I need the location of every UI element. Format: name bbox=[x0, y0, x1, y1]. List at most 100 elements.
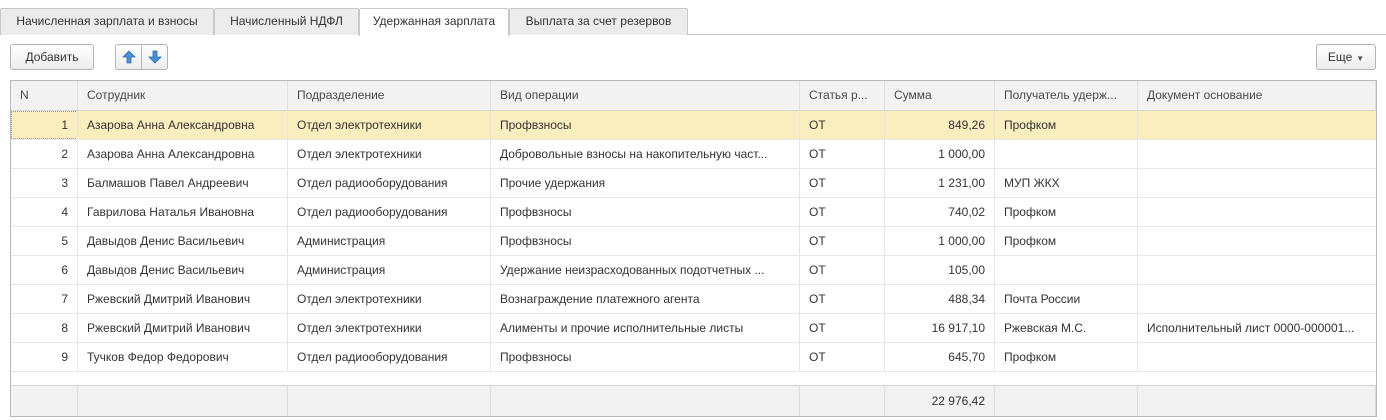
cell-n[interactable]: 7 bbox=[11, 285, 78, 313]
cell-document[interactable] bbox=[1138, 111, 1376, 139]
cell-article[interactable]: ОТ bbox=[800, 285, 885, 313]
column-header-n[interactable]: N bbox=[11, 81, 78, 110]
cell-recipient[interactable]: Почта России bbox=[995, 285, 1138, 313]
table-row[interactable]: 7 Ржевский Дмитрий Иванович Отдел электр… bbox=[11, 285, 1376, 314]
cell-recipient[interactable]: Профком bbox=[995, 198, 1138, 226]
cell-employee[interactable]: Гаврилова Наталья Ивановна bbox=[78, 198, 288, 226]
move-up-button[interactable] bbox=[115, 44, 142, 70]
cell-employee[interactable]: Ржевский Дмитрий Иванович bbox=[78, 285, 288, 313]
cell-document[interactable] bbox=[1138, 227, 1376, 255]
cell-article[interactable]: ОТ bbox=[800, 256, 885, 284]
table-row[interactable]: 8 Ржевский Дмитрий Иванович Отдел электр… bbox=[11, 314, 1376, 343]
column-header-document[interactable]: Документ основание bbox=[1138, 81, 1376, 110]
cell-article[interactable]: ОТ bbox=[800, 314, 885, 342]
cell-employee[interactable]: Азарова Анна Александровна bbox=[78, 111, 288, 139]
cell-document[interactable] bbox=[1138, 198, 1376, 226]
cell-document[interactable] bbox=[1138, 285, 1376, 313]
cell-sum[interactable]: 740,02 bbox=[885, 198, 995, 226]
tab-accrued-salary[interactable]: Начисленная зарплата и взносы bbox=[0, 8, 214, 35]
cell-n[interactable]: 8 bbox=[11, 314, 78, 342]
cell-n[interactable]: 1 bbox=[11, 111, 78, 139]
cell-document[interactable] bbox=[1138, 140, 1376, 168]
column-header-recipient[interactable]: Получатель удерж... bbox=[995, 81, 1138, 110]
column-header-department[interactable]: Подразделение bbox=[288, 81, 491, 110]
cell-operation[interactable]: Удержание неизрасходованных подотчетных … bbox=[491, 256, 800, 284]
cell-employee[interactable]: Азарова Анна Александровна bbox=[78, 140, 288, 168]
cell-article[interactable]: ОТ bbox=[800, 343, 885, 371]
cell-department[interactable]: Отдел радиооборудования bbox=[288, 198, 491, 226]
cell-operation[interactable]: Профвзносы bbox=[491, 111, 800, 139]
cell-department[interactable]: Отдел электротехники bbox=[288, 140, 491, 168]
cell-employee[interactable]: Давыдов Денис Васильевич bbox=[78, 227, 288, 255]
table-row[interactable]: 1 Азарова Анна Александровна Отдел элект… bbox=[11, 111, 1376, 140]
total-sum: 22 976,42 bbox=[885, 386, 995, 416]
cell-sum[interactable]: 1 000,00 bbox=[885, 227, 995, 255]
cell-operation[interactable]: Прочие удержания bbox=[491, 169, 800, 197]
cell-employee[interactable]: Тучков Федор Федорович bbox=[78, 343, 288, 371]
cell-article[interactable]: ОТ bbox=[800, 140, 885, 168]
cell-n[interactable]: 6 bbox=[11, 256, 78, 284]
cell-sum[interactable]: 645,70 bbox=[885, 343, 995, 371]
table-row[interactable]: 6 Давыдов Денис Васильевич Администрация… bbox=[11, 256, 1376, 285]
column-header-employee[interactable]: Сотрудник bbox=[78, 81, 288, 110]
table-row[interactable]: 3 Балмашов Павел Андреевич Отдел радиооб… bbox=[11, 169, 1376, 198]
cell-article[interactable]: ОТ bbox=[800, 227, 885, 255]
cell-operation[interactable]: Вознаграждение платежного агента bbox=[491, 285, 800, 313]
table-row[interactable]: 9 Тучков Федор Федорович Отдел радиообор… bbox=[11, 343, 1376, 372]
arrow-down-icon bbox=[148, 50, 162, 64]
cell-document[interactable] bbox=[1138, 256, 1376, 284]
cell-n[interactable]: 3 bbox=[11, 169, 78, 197]
table-row[interactable]: 2 Азарова Анна Александровна Отдел элект… bbox=[11, 140, 1376, 169]
cell-sum[interactable]: 16 917,10 bbox=[885, 314, 995, 342]
more-button[interactable]: Еще ▼ bbox=[1316, 44, 1376, 70]
cell-sum[interactable]: 105,00 bbox=[885, 256, 995, 284]
column-header-sum[interactable]: Сумма bbox=[885, 81, 995, 110]
table-row[interactable]: 5 Давыдов Денис Васильевич Администрация… bbox=[11, 227, 1376, 256]
cell-employee[interactable]: Давыдов Денис Васильевич bbox=[78, 256, 288, 284]
cell-operation[interactable]: Профвзносы bbox=[491, 343, 800, 371]
cell-recipient[interactable] bbox=[995, 256, 1138, 284]
cell-document[interactable] bbox=[1138, 343, 1376, 371]
cell-department[interactable]: Отдел электротехники bbox=[288, 285, 491, 313]
cell-operation[interactable]: Добровольные взносы на накопительную час… bbox=[491, 140, 800, 168]
cell-recipient[interactable]: МУП ЖКХ bbox=[995, 169, 1138, 197]
cell-document[interactable]: Исполнительный лист 0000-000001... bbox=[1138, 314, 1376, 342]
move-down-button[interactable] bbox=[141, 44, 168, 70]
cell-sum[interactable]: 1 000,00 bbox=[885, 140, 995, 168]
cell-n[interactable]: 9 bbox=[11, 343, 78, 371]
cell-recipient[interactable]: Профком bbox=[995, 227, 1138, 255]
cell-article[interactable]: ОТ bbox=[800, 111, 885, 139]
cell-recipient[interactable] bbox=[995, 140, 1138, 168]
cell-recipient[interactable]: Ржевская М.С. bbox=[995, 314, 1138, 342]
add-button[interactable]: Добавить bbox=[10, 44, 94, 70]
cell-recipient[interactable]: Профком bbox=[995, 111, 1138, 139]
cell-n[interactable]: 2 bbox=[11, 140, 78, 168]
chevron-down-icon: ▼ bbox=[1356, 54, 1365, 63]
cell-department[interactable]: Отдел радиооборудования bbox=[288, 343, 491, 371]
cell-document[interactable] bbox=[1138, 169, 1376, 197]
table-row[interactable]: 4 Гаврилова Наталья Ивановна Отдел радио… bbox=[11, 198, 1376, 227]
tab-accrued-ndfl[interactable]: Начисленный НДФЛ bbox=[214, 8, 359, 35]
cell-recipient[interactable]: Профком bbox=[995, 343, 1138, 371]
cell-operation[interactable]: Профвзносы bbox=[491, 227, 800, 255]
column-header-operation[interactable]: Вид операции bbox=[491, 81, 800, 110]
cell-sum[interactable]: 1 231,00 bbox=[885, 169, 995, 197]
cell-operation[interactable]: Алименты и прочие исполнительные листы bbox=[491, 314, 800, 342]
cell-department[interactable]: Отдел электротехники bbox=[288, 111, 491, 139]
cell-department[interactable]: Отдел радиооборудования bbox=[288, 169, 491, 197]
cell-employee[interactable]: Балмашов Павел Андреевич bbox=[78, 169, 288, 197]
cell-n[interactable]: 4 bbox=[11, 198, 78, 226]
cell-article[interactable]: ОТ bbox=[800, 198, 885, 226]
cell-employee[interactable]: Ржевский Дмитрий Иванович bbox=[78, 314, 288, 342]
cell-department[interactable]: Администрация bbox=[288, 256, 491, 284]
column-header-article[interactable]: Статья р... bbox=[800, 81, 885, 110]
tab-reserve-payment[interactable]: Выплата за счет резервов bbox=[509, 8, 688, 35]
cell-n[interactable]: 5 bbox=[11, 227, 78, 255]
cell-sum[interactable]: 488,34 bbox=[885, 285, 995, 313]
cell-operation[interactable]: Профвзносы bbox=[491, 198, 800, 226]
cell-sum[interactable]: 849,26 bbox=[885, 111, 995, 139]
tab-withheld-salary[interactable]: Удержанная зарплата bbox=[359, 8, 509, 36]
cell-department[interactable]: Отдел электротехники bbox=[288, 314, 491, 342]
cell-department[interactable]: Администрация bbox=[288, 227, 491, 255]
cell-article[interactable]: ОТ bbox=[800, 169, 885, 197]
